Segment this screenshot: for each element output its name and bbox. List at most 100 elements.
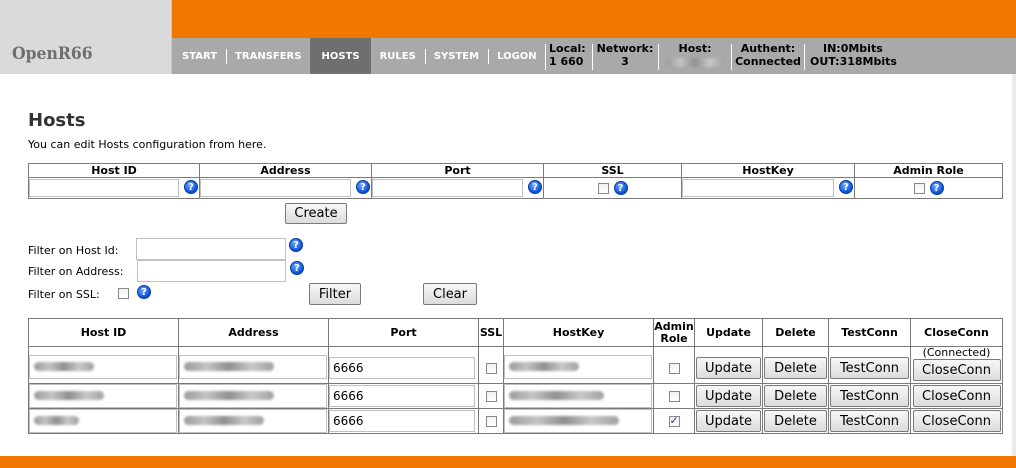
- row-port-input[interactable]: [329, 357, 475, 379]
- create-ssl-checkbox[interactable]: [597, 182, 609, 194]
- row-hostid-input[interactable]: [29, 409, 177, 433]
- update-button[interactable]: Update: [696, 357, 761, 379]
- redacted-address: [184, 391, 274, 400]
- redacted-address: [184, 362, 274, 371]
- filter-hostid-label: Filter on Host Id:: [28, 244, 119, 257]
- delete-button[interactable]: Delete: [764, 357, 827, 379]
- stat-bandwidth: IN:0Mbits OUT:318Mbits: [810, 42, 897, 68]
- help-icon[interactable]: ?: [929, 181, 944, 195]
- filter-address-input[interactable]: [137, 260, 286, 282]
- create-address-input[interactable]: [200, 179, 351, 197]
- help-icon[interactable]: ?: [839, 180, 853, 194]
- col-header-delete: Delete: [762, 318, 829, 347]
- help-icon[interactable]: ?: [184, 180, 198, 194]
- row-hostkey-input[interactable]: [504, 384, 652, 408]
- create-header-adminrole: Admin Role: [854, 163, 1003, 178]
- redacted-hostid: [34, 362, 94, 371]
- col-header-adminrole: Admin Role: [653, 318, 695, 347]
- row-hostkey-input[interactable]: [504, 355, 652, 379]
- scrollbar-edge: [1012, 74, 1016, 456]
- nav-logon[interactable]: LOGON: [488, 38, 546, 74]
- filter-hostid-input[interactable]: [136, 238, 286, 260]
- nav-transfers[interactable]: TRANSFERS: [226, 38, 310, 74]
- col-header-testconn: TestConn: [828, 318, 911, 347]
- redacted-hostkey: [509, 362, 579, 371]
- row-hostkey-input[interactable]: [504, 409, 652, 433]
- create-admin-checkbox[interactable]: [913, 182, 925, 194]
- testconn-button[interactable]: TestConn: [830, 357, 909, 379]
- main-nav: START TRANSFERS HOSTS RULES SYSTEM LOGON: [172, 38, 546, 74]
- col-header-closeconn: CloseConn: [910, 318, 1003, 347]
- delete-button[interactable]: Delete: [764, 410, 827, 432]
- redacted-hostid: [34, 391, 104, 400]
- row-admin-checkbox[interactable]: [668, 391, 680, 402]
- redacted-host: [666, 57, 724, 67]
- create-button[interactable]: Create: [285, 203, 347, 224]
- logo-area: OpenR66: [0, 0, 172, 74]
- row-ssl-checkbox[interactable]: [485, 362, 497, 374]
- stat-authent: Authent: Connected: [735, 42, 801, 68]
- clear-button[interactable]: Clear: [423, 283, 477, 305]
- redacted-hostkey: [509, 416, 619, 425]
- row-address-input[interactable]: [179, 384, 327, 408]
- help-icon[interactable]: ?: [528, 180, 542, 194]
- page-description: You can edit Hosts configuration from he…: [28, 138, 267, 151]
- col-header-update: Update: [694, 318, 763, 347]
- delete-button[interactable]: Delete: [764, 385, 827, 407]
- filter-address-label: Filter on Address:: [28, 265, 124, 278]
- redacted-hostid: [34, 416, 79, 425]
- app-logo: OpenR66: [12, 44, 93, 64]
- nav-rules[interactable]: RULES: [371, 38, 425, 74]
- stat-network: Network: 3: [596, 42, 654, 68]
- filter-ssl-label: Filter on SSL:: [28, 288, 100, 301]
- filter-button[interactable]: Filter: [309, 283, 361, 305]
- create-header-port: Port: [371, 163, 544, 178]
- table-row: Update Delete TestConn CloseConn: [28, 383, 1003, 409]
- row-address-input[interactable]: [179, 355, 327, 379]
- table-row: Update Delete TestConn CloseConn: [28, 408, 1003, 434]
- hosts-table: Host ID Address Port SSL HostKey Admin R…: [28, 318, 1003, 434]
- closeconn-button[interactable]: CloseConn: [912, 385, 1001, 407]
- update-button[interactable]: Update: [696, 385, 761, 407]
- create-port-input[interactable]: [372, 179, 523, 197]
- help-icon[interactable]: ?: [356, 180, 370, 194]
- help-icon[interactable]: ?: [137, 285, 151, 299]
- testconn-button[interactable]: TestConn: [830, 385, 909, 407]
- create-host-table: Host ID Address Port SSL HostKey Admin R…: [28, 163, 1003, 199]
- update-button[interactable]: Update: [696, 410, 761, 432]
- col-header-port: Port: [328, 318, 479, 347]
- closeconn-button[interactable]: CloseConn: [912, 359, 1001, 381]
- col-header-ssl: SSL: [478, 318, 504, 347]
- nav-bar: START TRANSFERS HOSTS RULES SYSTEM LOGON…: [172, 38, 1016, 74]
- nav-start[interactable]: START: [172, 38, 226, 74]
- row-ssl-checkbox[interactable]: [485, 391, 497, 402]
- testconn-button[interactable]: TestConn: [830, 410, 909, 432]
- nav-system[interactable]: SYSTEM: [424, 38, 488, 74]
- create-hostid-input[interactable]: [29, 179, 179, 197]
- create-hostkey-input[interactable]: [682, 179, 834, 197]
- help-icon[interactable]: ?: [290, 261, 304, 275]
- row-hostid-input[interactable]: [29, 384, 177, 408]
- nav-hosts[interactable]: HOSTS: [310, 38, 371, 74]
- row-hostid-input[interactable]: [29, 355, 177, 379]
- stat-local: Local: 1 660: [549, 42, 586, 68]
- col-header-address: Address: [178, 318, 329, 347]
- row-port-input[interactable]: [329, 385, 475, 407]
- page-title: Hosts: [28, 110, 86, 131]
- help-icon[interactable]: ?: [613, 181, 628, 195]
- table-row: Update Delete TestConn (Connected) Close…: [28, 346, 1003, 384]
- help-icon[interactable]: ?: [289, 238, 303, 252]
- row-admin-checkbox[interactable]: [668, 362, 680, 374]
- closeconn-button[interactable]: CloseConn: [912, 410, 1001, 432]
- row-port-input[interactable]: [329, 410, 475, 432]
- col-header-hostid: Host ID: [28, 318, 179, 347]
- row-admin-checkbox[interactable]: [668, 414, 680, 427]
- create-header-hostid: Host ID: [28, 163, 200, 178]
- col-header-hostkey: HostKey: [503, 318, 654, 347]
- row-address-input[interactable]: [179, 409, 327, 433]
- footer-brand-bar: [0, 456, 1016, 468]
- create-header-hostkey: HostKey: [681, 163, 855, 178]
- filter-ssl-checkbox[interactable]: [118, 288, 129, 299]
- row-ssl-checkbox[interactable]: [485, 416, 497, 427]
- redacted-hostkey: [509, 391, 604, 400]
